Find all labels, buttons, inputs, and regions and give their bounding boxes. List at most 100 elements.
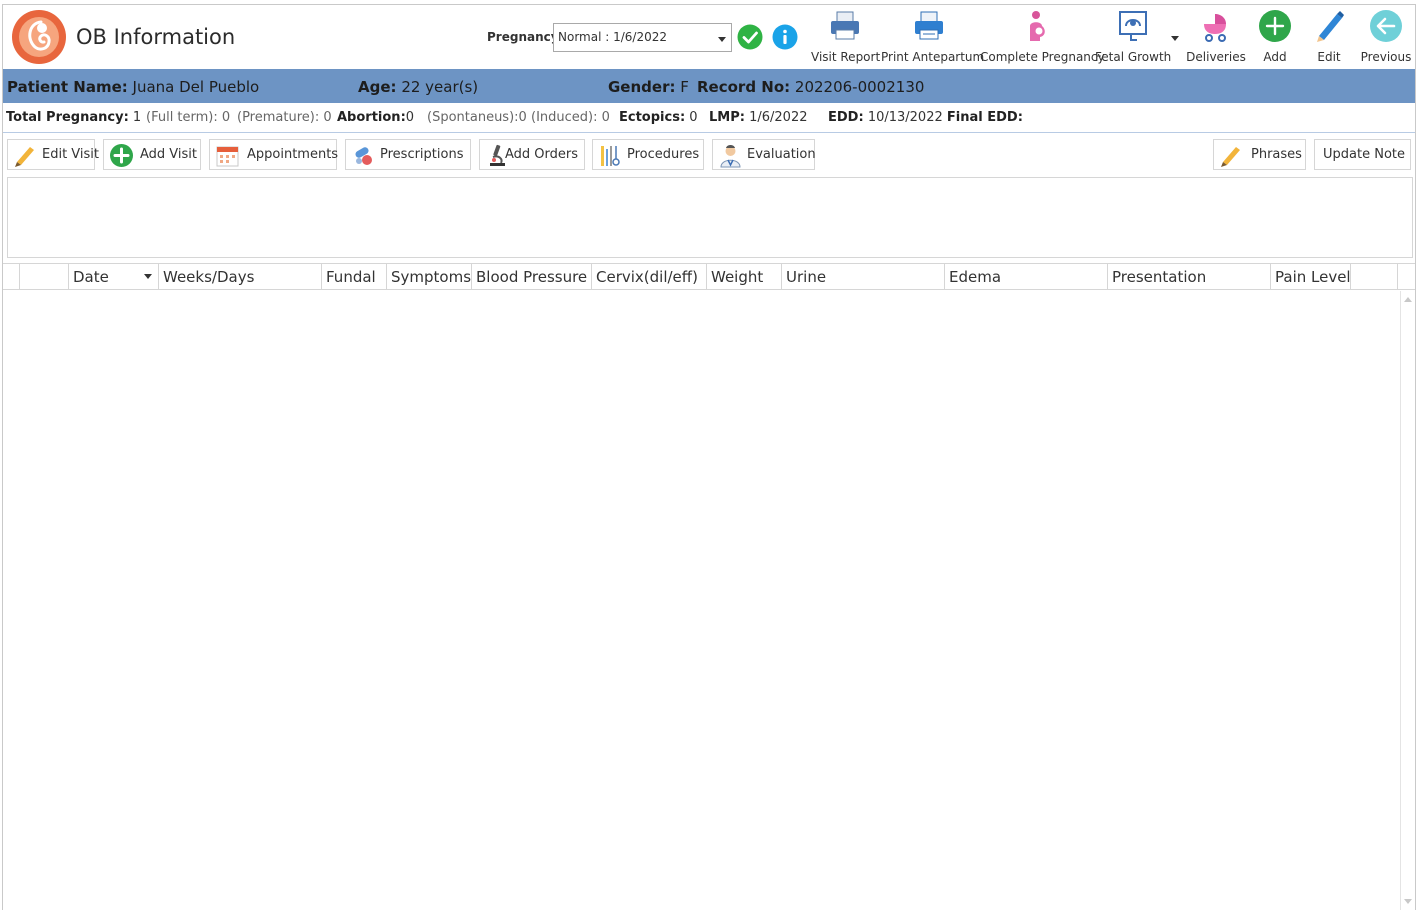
add-orders-button[interactable]: Add Orders [479,139,585,170]
abortion-value: 0 [405,110,415,125]
patient-name: Patient Name: Juana Del Pueblo [7,78,259,96]
complete-pregnancy-button[interactable]: Complete Pregnancy [980,5,1105,69]
column-header-presentation[interactable]: Presentation [1108,264,1271,290]
column-header-weeks-days[interactable]: Weeks/Days [159,264,322,290]
pregnant-woman-icon [1030,11,1045,41]
column-header-date-label: Date [73,268,109,286]
update-note-label: Update Note [1323,147,1405,162]
scroll-down-icon[interactable] [1404,899,1412,904]
spontaneus-label: (Spontaneus): [427,110,519,125]
calendar-icon [216,146,239,167]
edd: EDD: 10/13/2022 Final EDD: [828,110,1023,125]
lmp-label: LMP: [709,110,745,125]
column-header-pain-level[interactable]: Pain Level [1271,264,1351,290]
surgical-tools-icon [601,146,620,166]
spontaneus: (Spontaneus):0 [427,110,527,125]
plus-circle-icon [110,144,133,167]
vertical-scrollbar[interactable] [1400,291,1415,910]
fetal-growth-button[interactable]: Fetal Growth [1095,5,1171,69]
select-column-header[interactable] [20,264,69,290]
column-header-urine[interactable]: Urine [782,264,945,290]
patient-gender: Gender: F [608,78,689,96]
fetal-growth-dropdown-icon[interactable] [1171,36,1179,41]
add-visit-button[interactable]: Add Visit [103,139,201,170]
edit-visit-button[interactable]: Edit Visit [7,139,99,170]
pills-icon [355,147,372,165]
visit-grid-body[interactable] [3,291,1415,910]
column-header-cervix[interactable]: Cervix(dil/eff) [592,264,707,290]
edit-button[interactable]: Edit [1307,5,1351,69]
column-header-date[interactable]: Date [69,264,159,290]
ectopics: Ectopics: 0 [619,110,698,125]
phrases-button[interactable]: Phrases [1213,139,1306,170]
visit-report-button[interactable]: Visit Report [811,5,881,69]
pregnancy-select[interactable]: Normal : 1/6/2022 [553,23,732,52]
update-note-button[interactable]: Update Note [1314,139,1411,170]
patient-name-value: Juana Del Pueblo [132,78,260,96]
visit-note-textarea[interactable] [7,177,1413,258]
ob-window: OB Information Pregnancy: Normal : 1/6/2… [2,4,1416,910]
plus-circle-icon [1259,10,1291,42]
prescriptions-button[interactable]: Prescriptions [345,139,471,170]
evaluation-label: Evaluation [747,147,816,162]
patient-gender-value: F [680,78,689,96]
pregnancy-label: Pregnancy: [487,30,564,44]
pregnancy-selected-value: Normal : 1/6/2022 [558,30,667,44]
pregnancy-summary: Total Pregnancy: 1 (Full term): 0 (Prema… [3,103,1415,133]
doctor-icon [720,145,741,168]
patient-name-label: Patient Name: [7,78,128,96]
patient-age-value: 22 year(s) [401,78,479,96]
add-button[interactable]: Add [1253,5,1297,69]
deliveries-button[interactable]: Deliveries [1185,5,1247,69]
appointments-button[interactable]: Appointments [209,139,339,170]
complete-pregnancy-label: Complete Pregnancy [980,50,1105,64]
fullterm: (Full term): 0 [146,110,230,125]
patient-age: Age: 22 year(s) [358,78,478,96]
premature-value: 0 [323,110,332,125]
induced-label: (Induced): [531,110,598,125]
column-header-blank [1351,264,1398,290]
chevron-down-icon [718,37,726,42]
premature: (Premature): 0 [237,110,332,125]
pencil-icon [15,147,34,167]
fetus-logo-icon [12,10,66,64]
row-indicator-header [3,264,20,290]
edit-label: Edit [1317,50,1341,64]
fullterm-label: (Full term): [146,110,218,125]
total-pregnancy-label: Total Pregnancy: [6,110,129,125]
column-header-edema[interactable]: Edema [945,264,1108,290]
column-header-blood-pressure[interactable]: Blood Pressure [472,264,592,290]
patient-age-label: Age: [358,78,397,96]
column-header-weight[interactable]: Weight [707,264,782,290]
total-pregnancy: Total Pregnancy: 1 [6,110,141,125]
appointments-label: Appointments [247,147,339,162]
patient-gender-label: Gender: [608,78,676,96]
patient-record-value: 202206-0002130 [794,78,925,96]
total-pregnancy-value: 1 [132,110,142,125]
previous-button[interactable]: Previous [1359,5,1413,69]
abortion-label: Abortion: [337,110,406,125]
edd-label: EDD: [828,110,864,125]
patient-record: Record No: 202206-0002130 [697,78,924,96]
info-icon[interactable] [772,24,798,50]
page-title: OB Information [76,25,236,49]
prescriptions-label: Prescriptions [380,147,464,162]
fetal-growth-icon [1119,11,1147,41]
scroll-up-icon[interactable] [1404,297,1412,302]
procedures-label: Procedures [627,147,700,162]
visit-report-label: Visit Report [811,50,881,64]
patient-info-bar: Patient Name: Juana Del Pueblo Age: 22 y… [3,69,1415,103]
fetal-growth-label: Fetal Growth [1095,50,1172,64]
lmp: LMP: 1/6/2022 [709,110,807,125]
printer-icon [915,11,943,40]
previous-label: Previous [1360,50,1412,64]
check-icon[interactable] [737,24,763,50]
print-antepartum-button[interactable]: Print Antepartum [881,5,985,69]
fullterm-value: 0 [221,110,231,125]
column-header-symptoms[interactable]: Symptoms [387,264,472,290]
procedures-button[interactable]: Procedures [592,139,704,170]
evaluation-button[interactable]: Evaluation [712,139,816,170]
print-antepartum-label: Print Antepartum [881,50,985,64]
add-orders-label: Add Orders [505,147,579,162]
column-header-fundal[interactable]: Fundal [322,264,387,290]
